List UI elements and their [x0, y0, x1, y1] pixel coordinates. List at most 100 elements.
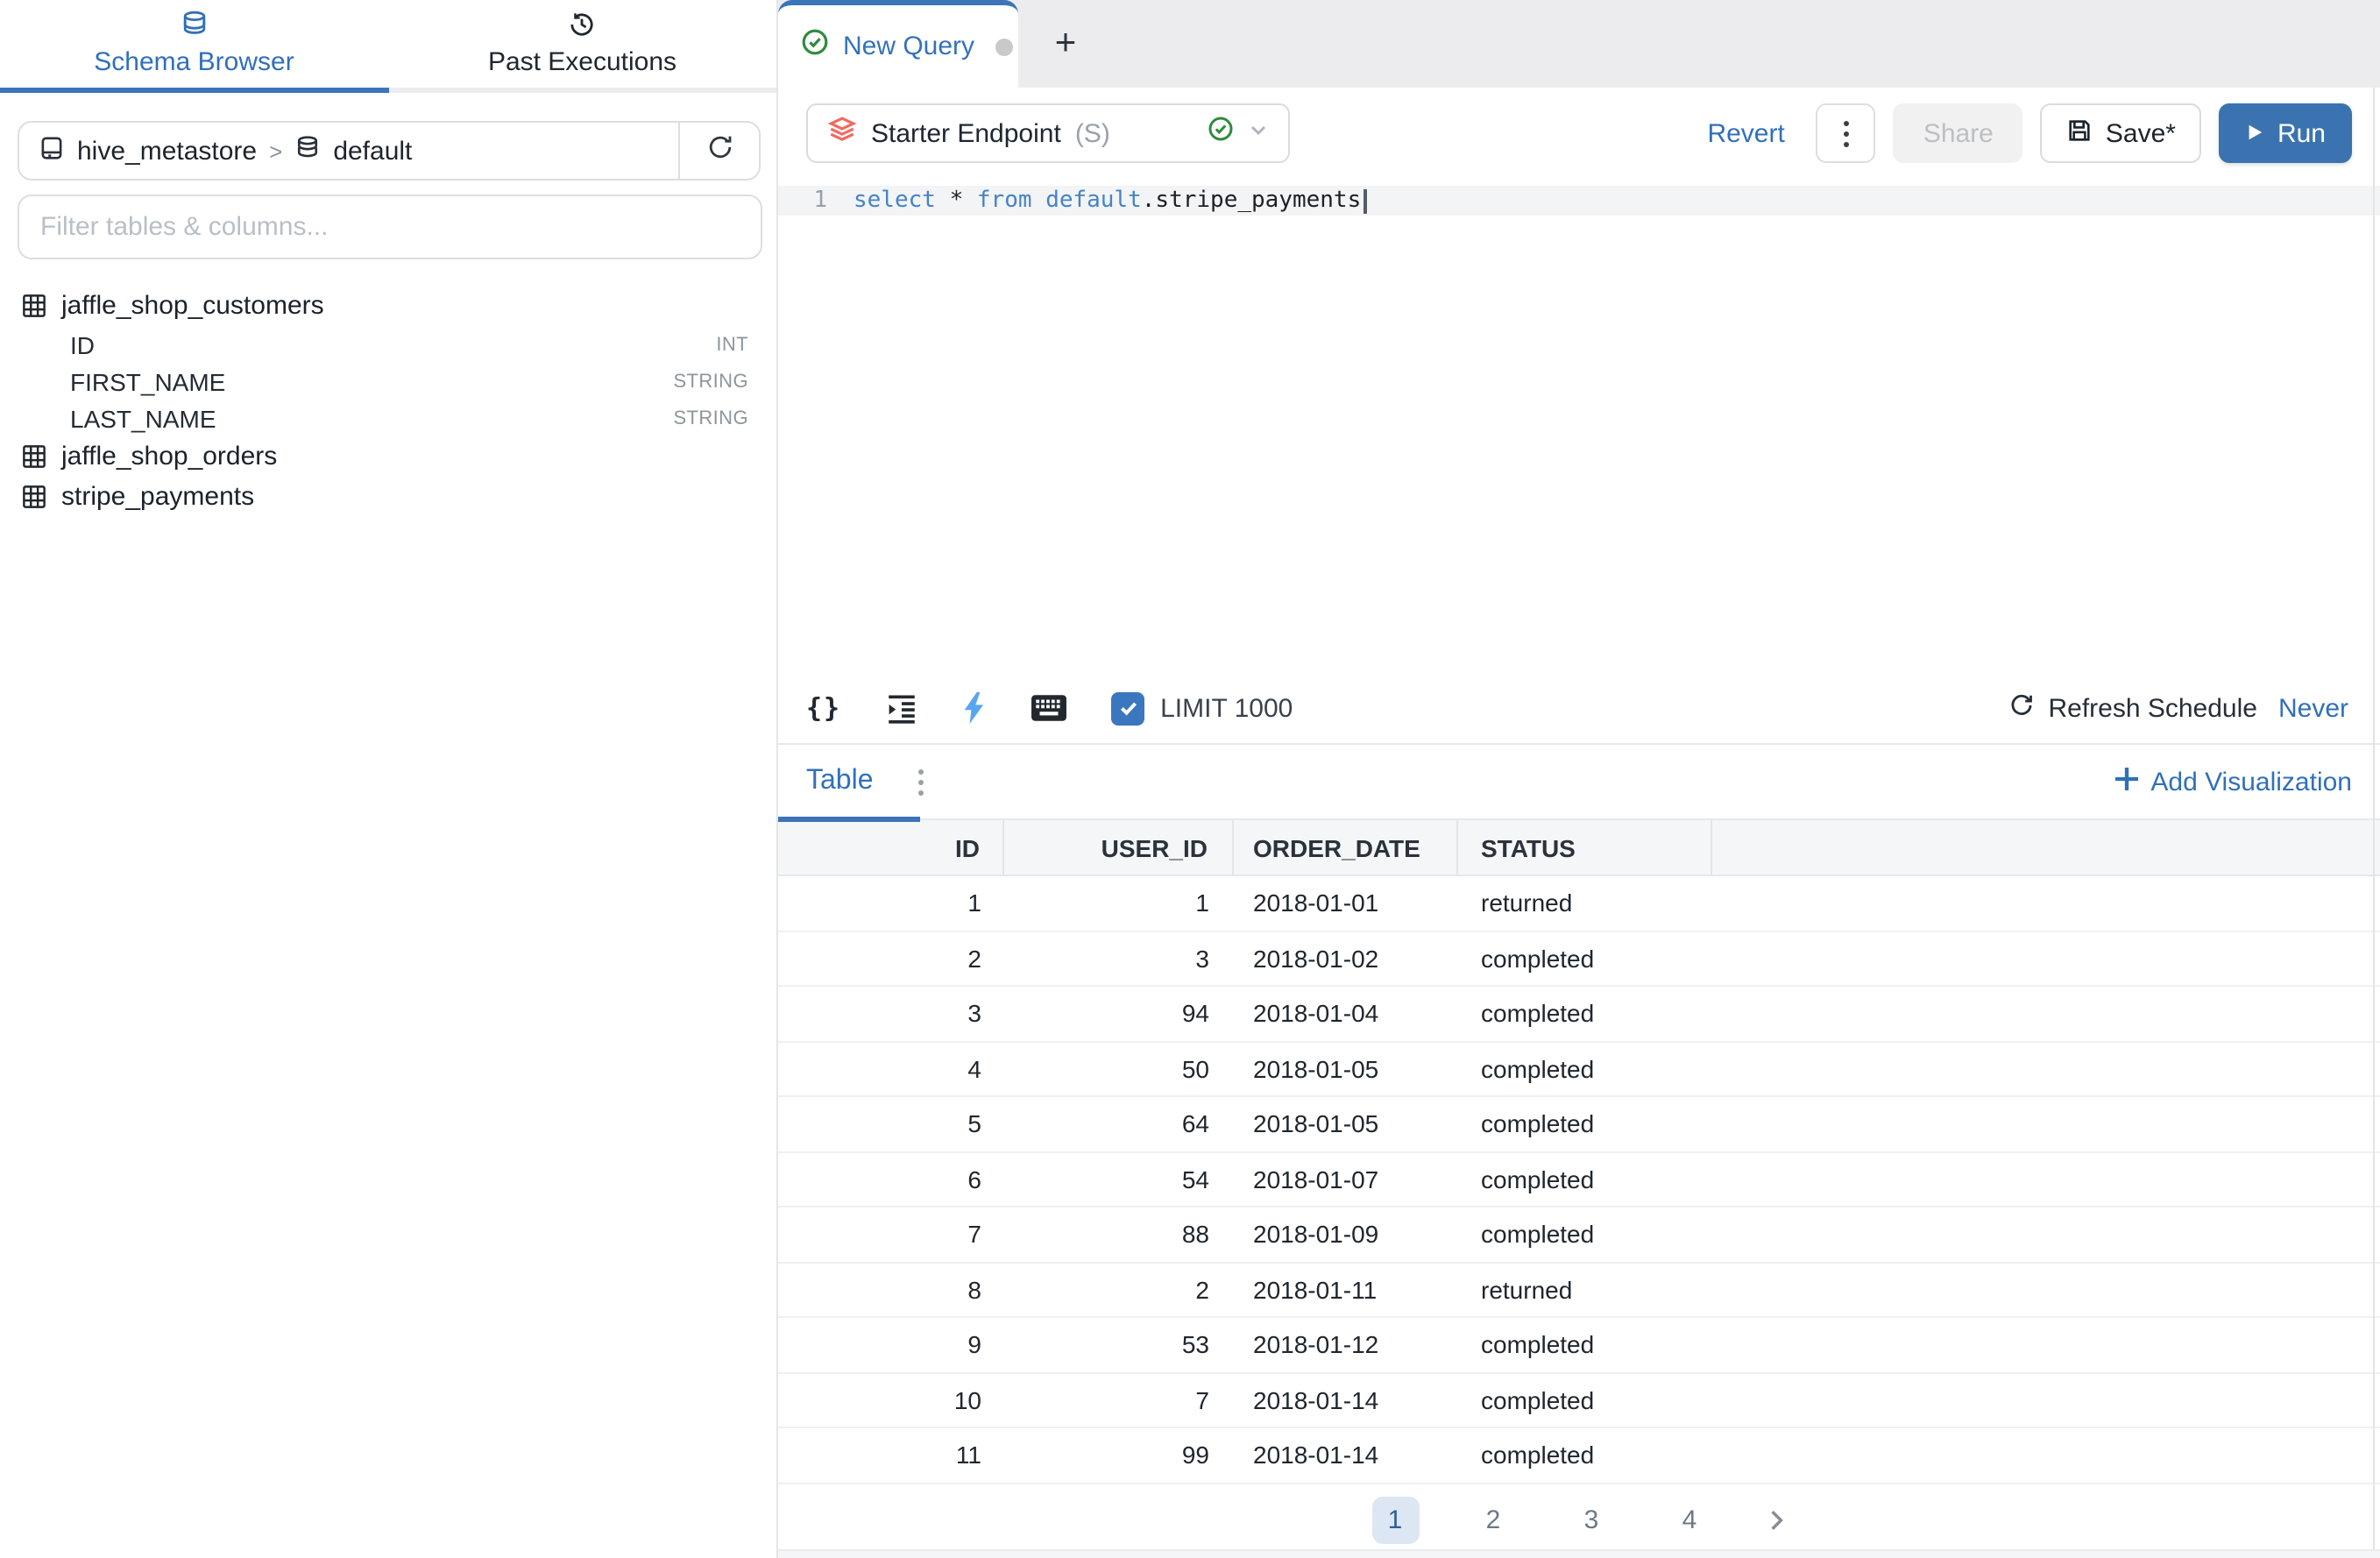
page-button[interactable]: 4: [1666, 1497, 1713, 1544]
check-circle-icon: [801, 28, 829, 65]
table-item[interactable]: stripe_payments: [21, 477, 748, 517]
table-row[interactable]: 232018-01-02completed: [778, 931, 2380, 987]
filter-input[interactable]: [18, 195, 762, 259]
table-row[interactable]: 5642018-01-05completed: [778, 1097, 2380, 1152]
column-name: FIRST_NAME: [70, 367, 225, 395]
page-button[interactable]: 2: [1470, 1497, 1517, 1544]
schema-tree: jaffle_shop_customers ID INT FIRST_NAMESTRI…: [0, 286, 776, 517]
table-row[interactable]: 7882018-01-09completed: [778, 1207, 2380, 1263]
page-button[interactable]: 1: [1371, 1497, 1419, 1544]
sql-token: [1032, 188, 1046, 214]
sql-editor[interactable]: 1 select * from default.stripe_payments: [778, 186, 2380, 673]
limit-checkbox[interactable]: [1111, 691, 1144, 725]
tab-schema-browser[interactable]: Schema Browser: [0, 0, 388, 93]
table-name: jaffle_shop_orders: [61, 442, 277, 471]
main-panel: New Query + Starter Endpoint (S): [778, 0, 2380, 1558]
next-page-button[interactable]: [1764, 1509, 1787, 1532]
database-icon: [181, 11, 209, 39]
run-button-label: Run: [2277, 118, 2326, 148]
scrollbar-track[interactable]: [2373, 88, 2375, 1558]
horizontal-scrollbar-track[interactable]: [778, 1549, 2380, 1558]
tab-past-executions[interactable]: Past Executions: [388, 0, 776, 93]
save-button[interactable]: Save*: [2041, 103, 2202, 163]
cell: 64: [1004, 1097, 1234, 1151]
chevron-right-icon: [1764, 1509, 1787, 1532]
editor-active-line[interactable]: 1 select * from default.stripe_payments: [778, 186, 2380, 216]
sql-token: [963, 188, 977, 214]
indent-icon[interactable]: [885, 691, 918, 725]
column-item[interactable]: FIRST_NAMESTRING: [21, 363, 748, 400]
column-header[interactable]: ORDER_DATE: [1234, 820, 1458, 875]
cell: 94: [1004, 987, 1234, 1040]
editor-toolbar: {}: [778, 673, 2380, 743]
cell-filler: [1712, 1373, 2380, 1427]
column-header[interactable]: STATUS: [1458, 820, 1712, 875]
refresh-schedule-label: Refresh Schedule: [2048, 693, 2257, 723]
cell: completed: [1458, 1097, 1712, 1151]
schema-picker[interactable]: hive_metastore > default: [18, 121, 761, 181]
cell: 2018-01-05: [1234, 1097, 1458, 1151]
page-button[interactable]: 3: [1568, 1497, 1615, 1544]
cell: 1: [778, 876, 1004, 930]
table-row[interactable]: 1072018-01-14completed: [778, 1373, 2380, 1428]
table-row[interactable]: 3942018-01-04completed: [778, 987, 2380, 1042]
table-grid-icon: [21, 293, 47, 319]
table-row[interactable]: 112018-01-01returned: [778, 876, 2380, 931]
new-tab-button[interactable]: +: [1018, 0, 1113, 88]
unsaved-indicator-dot: [995, 38, 1013, 55]
query-toolbar: Starter Endpoint (S) Revert: [778, 88, 2380, 179]
cell: 11: [778, 1428, 1004, 1482]
column-name: ID: [70, 330, 95, 358]
table-row[interactable]: 6542018-01-07completed: [778, 1152, 2380, 1207]
tab-past-executions-label: Past Executions: [488, 47, 676, 77]
sql-code[interactable]: select * from default.stripe_payments: [854, 188, 1366, 214]
endpoint-name: Starter Endpoint: [871, 118, 1061, 148]
sql-token: *: [950, 188, 964, 214]
more-options-button[interactable]: [1817, 103, 1876, 163]
query-tab-label: New Query: [843, 32, 974, 61]
limit-label: LIMIT 1000: [1160, 693, 1293, 723]
refresh-schedule-value[interactable]: Never: [2278, 693, 2348, 723]
table-name: stripe_payments: [61, 482, 254, 512]
results-table-body: 112018-01-01returned232018-01-02complete…: [778, 876, 2380, 1484]
refresh-schema-button[interactable]: [678, 123, 759, 179]
limit-toggle[interactable]: LIMIT 1000: [1111, 691, 1293, 725]
table-grid-icon: [21, 443, 47, 470]
sql-token: default: [1045, 188, 1142, 214]
table-item[interactable]: jaffle_shop_customers: [21, 286, 748, 326]
cell: returned: [1458, 876, 1712, 930]
breadcrumb[interactable]: hive_metastore > default: [19, 123, 678, 179]
table-tab-menu-icon[interactable]: [919, 768, 924, 795]
tab-table-visualization[interactable]: Table: [806, 766, 874, 797]
tab-schema-browser-label: Schema Browser: [94, 47, 294, 77]
format-query-icon[interactable]: {}: [806, 692, 841, 724]
cell: 2018-01-12: [1234, 1318, 1458, 1371]
sql-token: .stripe_payments: [1142, 188, 1361, 214]
table-row[interactable]: 11992018-01-14completed: [778, 1428, 2380, 1484]
column-item[interactable]: ID INT: [21, 326, 748, 363]
column-header[interactable]: ID: [778, 820, 1004, 875]
add-visualization-button[interactable]: Add Visualization: [2115, 767, 2352, 797]
column-header[interactable]: USER_ID: [1004, 820, 1234, 875]
keyboard-icon[interactable]: [1031, 694, 1067, 722]
revert-button[interactable]: Revert: [1707, 118, 1784, 148]
sql-token: select: [854, 188, 936, 214]
table-row[interactable]: 4502018-01-05completed: [778, 1042, 2380, 1097]
table-row[interactable]: 9532018-01-12completed: [778, 1318, 2380, 1373]
endpoint-selector[interactable]: Starter Endpoint (S): [806, 103, 1290, 163]
column-item[interactable]: LAST_NAMESTRING: [21, 400, 748, 436]
breadcrumb-schema[interactable]: default: [333, 136, 412, 166]
tab-new-query[interactable]: New Query: [778, 0, 1018, 88]
table-item[interactable]: jaffle_shop_orders: [21, 436, 748, 477]
refresh-icon: [705, 132, 733, 169]
lightning-icon[interactable]: [962, 692, 987, 724]
cell: 10: [778, 1373, 1004, 1427]
breadcrumb-catalog[interactable]: hive_metastore: [77, 136, 257, 166]
cell: completed: [1458, 1318, 1712, 1371]
share-button[interactable]: Share: [1894, 103, 2023, 163]
column-type: INT: [716, 334, 748, 355]
table-row[interactable]: 822018-01-11returned: [778, 1263, 2380, 1318]
results-table-header: IDUSER_IDORDER_DATESTATUS: [778, 820, 2380, 876]
chevron-right-icon: >: [269, 138, 282, 164]
run-button[interactable]: Run: [2220, 103, 2352, 163]
